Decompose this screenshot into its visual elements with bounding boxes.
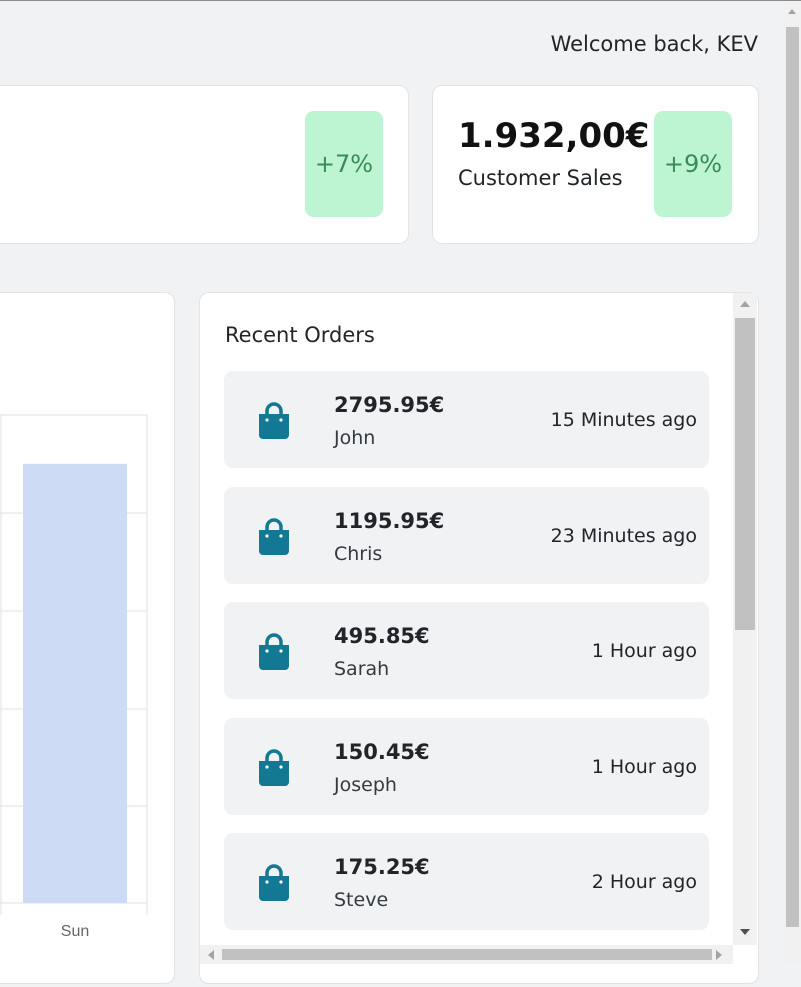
order-amount: 1195.95€ xyxy=(334,508,445,533)
order-amount: 495.85€ xyxy=(334,624,430,648)
stat-card-customer-sales: 1.932,00€ Customer Sales +9% xyxy=(432,85,759,244)
order-customer-name: Joseph xyxy=(334,773,397,796)
stat-change-badge: +9% xyxy=(654,111,732,217)
chart-bar-sun[interactable] xyxy=(23,463,127,903)
scroll-up-arrow-icon[interactable] xyxy=(788,9,796,14)
order-row[interactable]: 150.45€ Joseph 1 Hour ago xyxy=(224,717,709,815)
scroll-down-arrow-icon[interactable] xyxy=(740,929,750,935)
welcome-message: Welcome back, KEV xyxy=(550,32,758,56)
recent-orders-title: Recent Orders xyxy=(225,323,375,347)
stat-card-sales: +7% xyxy=(0,85,409,244)
order-amount: 150.45€ xyxy=(334,739,430,764)
order-amount: 2795.95€ xyxy=(334,393,445,417)
scroll-left-arrow-icon[interactable] xyxy=(208,950,214,960)
shopping-bag-icon xyxy=(256,517,292,557)
order-row[interactable]: 2795.95€ John 15 Minutes ago xyxy=(224,371,709,468)
recent-orders-card: Recent Orders 2795.95€ John 15 Minutes ago… xyxy=(199,292,759,984)
order-time: 23 Minutes ago xyxy=(550,524,697,547)
stat-label: Customer Sales xyxy=(458,166,623,190)
shopping-bag-icon xyxy=(256,401,292,441)
shopping-bag-icon xyxy=(256,748,292,788)
orders-vertical-scrollbar[interactable] xyxy=(733,293,757,945)
chart-x-tick-label: Sun xyxy=(61,923,89,940)
order-time: 1 Hour ago xyxy=(591,755,697,778)
order-row[interactable]: 495.85€ Sarah 1 Hour ago xyxy=(224,602,709,699)
order-time: 15 Minutes ago xyxy=(550,409,697,431)
scrollbar-thumb[interactable] xyxy=(786,27,799,927)
order-row[interactable]: 1195.95€ Chris 23 Minutes ago xyxy=(224,486,709,584)
order-amount: 175.25€ xyxy=(334,855,430,879)
stat-value: 1.932,00€ xyxy=(458,116,650,156)
order-customer-name: Steve xyxy=(334,889,389,911)
weekly-bar-chart: Sun xyxy=(0,414,148,940)
order-time: 2 Hour ago xyxy=(591,871,697,893)
scroll-up-arrow-icon[interactable] xyxy=(740,301,750,307)
order-customer-name: Chris xyxy=(334,542,383,565)
shopping-bag-icon xyxy=(256,632,292,672)
window-top-border xyxy=(0,0,801,1)
scrollbar-thumb[interactable] xyxy=(735,318,755,630)
order-row[interactable]: 175.25€ Steve 2 Hour ago xyxy=(224,833,709,930)
order-customer-name: Sarah xyxy=(334,658,390,680)
orders-horizontal-scrollbar[interactable] xyxy=(200,945,733,964)
window-vertical-scrollbar[interactable] xyxy=(784,1,801,964)
weekly-chart-card: Sun xyxy=(0,292,175,984)
order-customer-name: John xyxy=(334,427,376,449)
scroll-right-arrow-icon[interactable] xyxy=(716,950,722,960)
stat-change-badge: +7% xyxy=(305,111,383,217)
order-time: 1 Hour ago xyxy=(591,640,697,662)
shopping-bag-icon xyxy=(256,863,292,903)
scrollbar-thumb[interactable] xyxy=(222,949,712,960)
